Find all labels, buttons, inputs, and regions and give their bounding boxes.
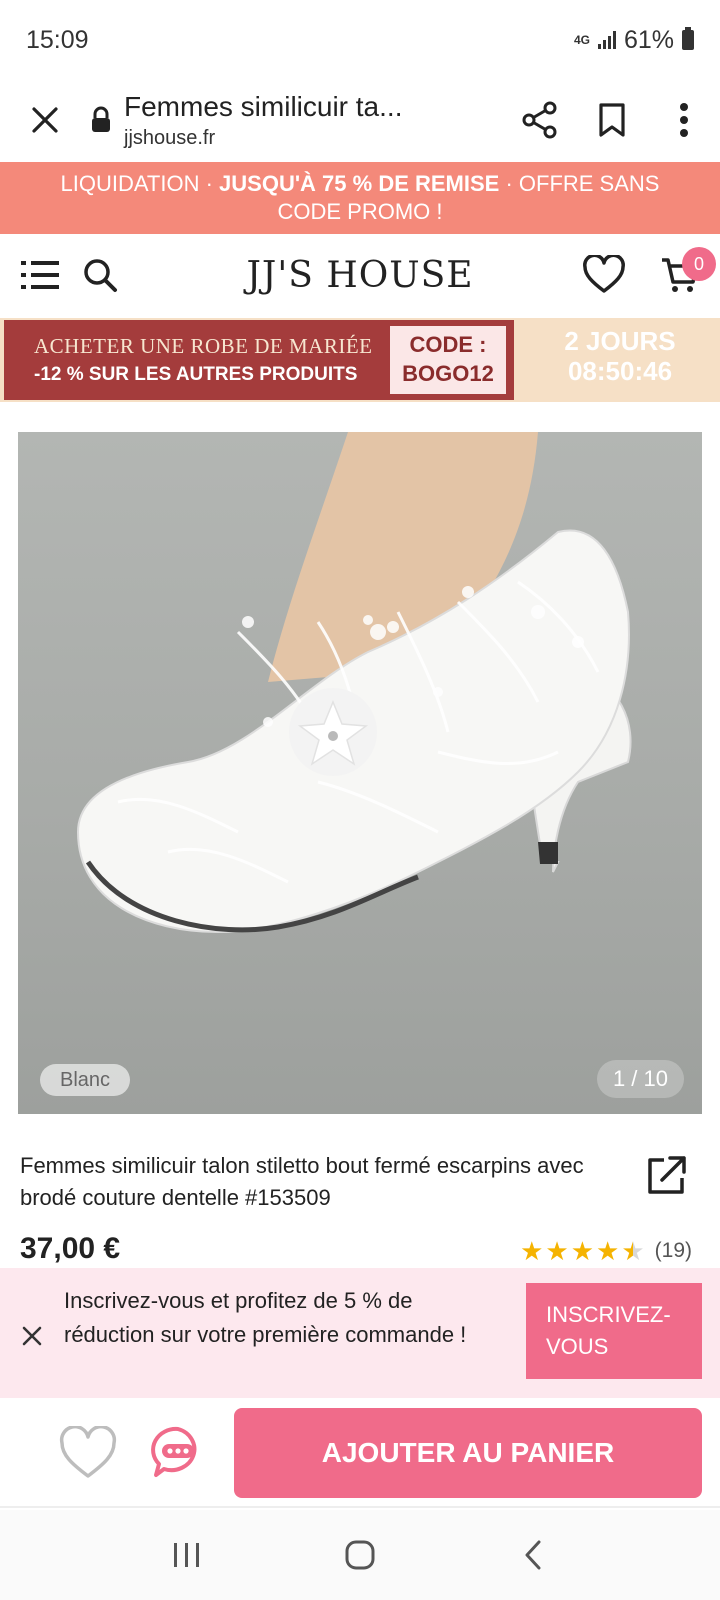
back-icon (525, 1540, 541, 1570)
review-count: (19) (654, 1239, 692, 1262)
menu-list-icon (21, 261, 59, 289)
star-icon: ★ (520, 1236, 544, 1266)
color-chip: Blanc (40, 1064, 131, 1096)
menu-list-button[interactable] (10, 245, 70, 305)
bride-promo-line2: -12 % SUR LES AUTRES PRODUITS (34, 364, 358, 385)
url-block[interactable]: Femmes similicuir ta... jjshouse.fr (90, 91, 504, 150)
close-icon (22, 1326, 42, 1346)
signup-text: Inscrivez-vous et profitez de 5 % de réd… (64, 1288, 467, 1347)
share-icon (522, 101, 557, 139)
domain-label: jjshouse.fr (124, 126, 216, 149)
heart-icon (583, 255, 625, 293)
share-button[interactable] (504, 84, 576, 156)
add-to-wishlist-button[interactable] (58, 1424, 118, 1482)
product-rating[interactable]: ★ ★ ★ ★ ★ (19) (520, 1238, 692, 1264)
promo-text-bold: JUSQU'À 75 % DE REMISE (219, 171, 500, 196)
wishlist-header-button[interactable] (574, 245, 634, 305)
close-icon (32, 107, 58, 133)
chat-button[interactable] (150, 1424, 206, 1480)
lock-icon (92, 106, 110, 132)
home-button[interactable] (330, 1525, 390, 1585)
network-indicator: 4G (573, 32, 590, 47)
battery-icon (682, 27, 694, 50)
page-title: Femmes similicuir ta... (124, 90, 403, 122)
product-image-carousel[interactable]: Blanc 1 / 10 (18, 432, 702, 1114)
back-button[interactable] (503, 1525, 563, 1585)
bookmark-icon (599, 103, 625, 137)
home-icon (345, 1540, 375, 1570)
recent-apps-icon (173, 1543, 199, 1567)
signup-button[interactable]: INSCRIVEZ-VOUS (526, 1283, 702, 1379)
heart-outline-icon (59, 1424, 117, 1478)
cart-count-badge: 0 (682, 247, 716, 281)
page: 15:09 4G 61% Femmes similicuir ta... jjs… (0, 0, 720, 1600)
promo-code-box: CODE : BOGO12 (388, 324, 508, 396)
star-icon: ★ (545, 1236, 569, 1266)
cart-button[interactable]: 0 (650, 245, 716, 305)
countdown-days: 2 JOURS (564, 326, 676, 356)
bride-promo-line1: ACHETER UNE ROBE DE MARIÉE (34, 334, 373, 358)
star-icon: ★ (596, 1236, 620, 1266)
status-time: 15:09 (26, 25, 89, 54)
countdown-time: 08:50:46 (567, 356, 673, 386)
promo-banner[interactable]: LIQUIDATION · JUSQU'À 75 % DE REMISE · O… (0, 162, 720, 234)
signup-promo-bar: Inscrivez-vous et profitez de 5 % de réd… (0, 1268, 720, 1398)
status-indicators: 4G 61% (574, 26, 694, 55)
site-header: JJ'S HOUSE 0 (0, 235, 720, 315)
product-price: 37,00 € (20, 1232, 121, 1265)
promo-code-label: CODE : (409, 332, 487, 357)
product-photo (76, 432, 632, 934)
external-share-button[interactable] (642, 1152, 690, 1200)
recent-apps-button[interactable] (157, 1525, 217, 1585)
external-link-icon (648, 1156, 686, 1194)
add-to-cart-button[interactable]: AJOUTER AU PANIER (234, 1408, 702, 1498)
product-title: Femmes similicuir talon stiletto bout fe… (20, 1153, 584, 1210)
status-bar: 15:09 4G 61% (0, 0, 720, 80)
countdown-timer: 2 JOURS 08:50:46 (520, 326, 720, 386)
promo-text-1: LIQUIDATION · (60, 171, 220, 196)
menu-button[interactable] (648, 84, 720, 156)
search-button[interactable] (70, 245, 130, 305)
bride-promo-banner[interactable]: ACHETER UNE ROBE DE MARIÉE -12 % SUR LES… (0, 318, 720, 402)
promo-code-value: BOGO12 (402, 361, 494, 386)
more-vert-icon (680, 103, 688, 137)
signal-icon (597, 31, 616, 49)
system-nav-bar (0, 1510, 720, 1600)
half-star-icon: ★ (621, 1236, 645, 1266)
close-tab-button[interactable] (0, 84, 90, 156)
bottom-action-bar: AJOUTER AU PANIER (0, 1400, 720, 1508)
browser-toolbar: Femmes similicuir ta... jjshouse.fr (0, 80, 720, 160)
chat-bubble-icon (151, 1426, 197, 1477)
search-icon (84, 259, 117, 292)
signup-close-button[interactable] (12, 1316, 52, 1356)
star-icon: ★ (570, 1236, 595, 1266)
image-counter: 1 / 10 (596, 1060, 684, 1098)
battery-level: 61% (623, 25, 674, 54)
bookmark-button[interactable] (576, 84, 648, 156)
